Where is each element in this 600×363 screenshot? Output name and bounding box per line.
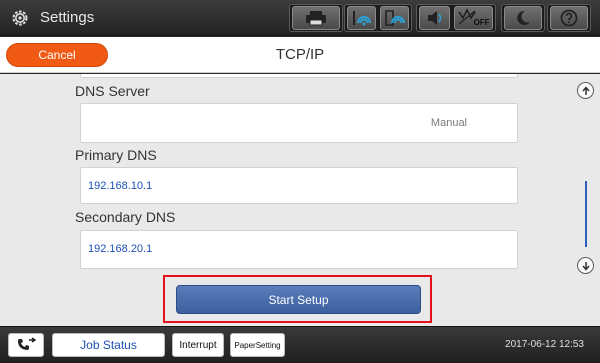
primary-dns-label: Primary DNS — [75, 147, 157, 163]
sleep-moon-icon — [517, 10, 530, 25]
dns-server-value: Manual — [430, 117, 467, 129]
secondary-dns-label: Secondary DNS — [75, 209, 176, 225]
quiet-mode-label: OFF — [473, 17, 490, 27]
job-status-button[interactable]: Job Status — [52, 333, 165, 357]
fax-button[interactable] — [8, 333, 44, 357]
volume-icon — [427, 11, 441, 25]
help-status-group — [547, 4, 591, 32]
datetime: 2017-06-12 12:53 — [505, 339, 584, 350]
help-icon — [560, 9, 578, 27]
sleep-status-group — [501, 4, 545, 32]
printer-icon — [306, 11, 326, 26]
wifi-button[interactable] — [347, 6, 376, 30]
fax-phone-icon — [18, 337, 37, 350]
screen-title: TCP/IP — [275, 46, 325, 63]
start-setup-button[interactable]: Start Setup — [176, 285, 421, 314]
printer-button[interactable] — [292, 6, 340, 30]
sleep-button[interactable] — [504, 6, 542, 30]
sound-status-group: OFF — [416, 4, 496, 32]
scroll-up-button[interactable] — [577, 82, 594, 99]
primary-dns-field[interactable]: 192.168.10.1 — [80, 167, 518, 204]
secondary-dns-value: 192.168.20.1 — [88, 243, 153, 255]
settings-gear-icon[interactable] — [10, 8, 30, 28]
wifi-direct-button[interactable] — [380, 6, 409, 30]
wifi-direct-icon — [384, 10, 405, 26]
dns-server-field[interactable]: Manual — [80, 103, 518, 143]
volume-button[interactable] — [419, 6, 451, 30]
primary-dns-value: 192.168.10.1 — [88, 180, 153, 192]
network-status-group — [344, 4, 412, 32]
previous-field-box[interactable] — [80, 74, 518, 78]
dns-server-label: DNS Server — [75, 83, 150, 99]
paper-setting-button[interactable]: PaperSetting — [230, 333, 285, 357]
screen-header: Cancel TCP/IP — [0, 37, 600, 73]
top-status-bar: Settings OFF — [0, 0, 600, 36]
arrow-down-icon — [581, 261, 590, 271]
app-title: Settings — [40, 9, 95, 26]
printer-status-group — [289, 4, 343, 32]
settings-content: DNS Server Manual Primary DNS 192.168.10… — [0, 74, 600, 326]
arrow-up-icon — [581, 85, 590, 95]
scroll-down-button[interactable] — [577, 257, 594, 274]
secondary-dns-field[interactable]: 192.168.20.1 — [80, 230, 518, 269]
help-button[interactable] — [550, 6, 588, 30]
interrupt-button[interactable]: Interrupt — [172, 333, 224, 357]
wifi-icon — [352, 11, 371, 26]
quiet-mode-button[interactable]: OFF — [454, 6, 493, 30]
bottom-status-bar: Job Status Interrupt PaperSetting 2017-0… — [0, 326, 600, 363]
scrollbar-thumb[interactable] — [585, 181, 587, 247]
